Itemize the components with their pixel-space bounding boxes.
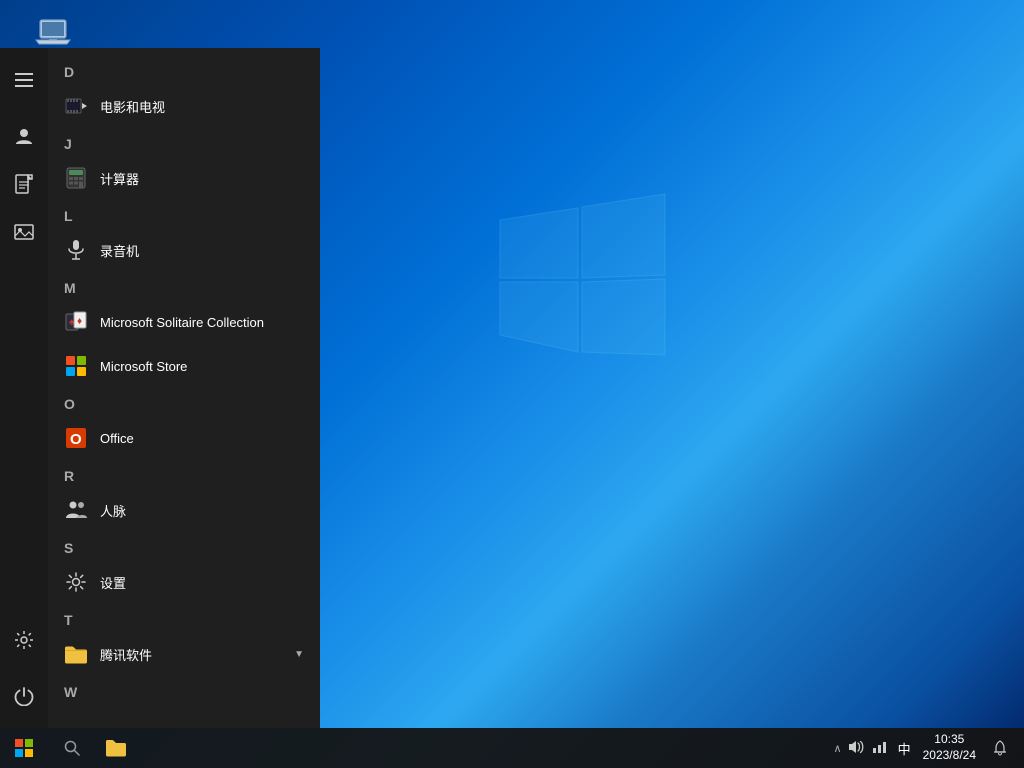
alpha-header-w: W	[48, 680, 320, 704]
alpha-header-t: T	[48, 608, 320, 632]
people-label: 人脉	[100, 501, 126, 520]
alpha-header-m: M	[48, 276, 320, 300]
settings-icon	[64, 570, 88, 594]
volume-icon[interactable]	[846, 738, 866, 759]
app-item-movies-tv[interactable]: 电影和电视	[48, 84, 320, 128]
ime-indicator[interactable]: 中	[894, 739, 915, 758]
alpha-header-s: S	[48, 536, 320, 560]
app-item-people[interactable]: 人脉	[48, 488, 320, 532]
start-menu: D 电影	[0, 48, 320, 728]
taskbar-system-tray: ∧ 中 10:35	[830, 728, 1024, 768]
movies-tv-icon	[64, 94, 88, 118]
folder-expand-arrow: ▼	[294, 649, 304, 660]
settings-label: 设置	[100, 573, 126, 592]
office-label: Office	[100, 431, 134, 446]
tencent-folder-label: 腾讯软件	[100, 645, 152, 664]
recorder-label: 录音机	[100, 241, 139, 260]
network-icon[interactable]	[870, 738, 890, 759]
svg-text:O: O	[70, 431, 82, 448]
clock-date: 2023/8/24	[923, 748, 976, 764]
documents-button[interactable]	[0, 160, 48, 208]
alpha-header-l: L	[48, 204, 320, 228]
app-item-calculator[interactable]: 计算器	[48, 156, 320, 200]
taskbar: ∧ 中 10:35	[0, 728, 1024, 768]
app-item-recorder[interactable]: 录音机	[48, 228, 320, 272]
desktop: 此电脑	[0, 0, 1024, 768]
svg-text:♦: ♦	[77, 316, 82, 327]
photos-button[interactable]	[0, 208, 48, 256]
app-item-solitaire[interactable]: ♠ ♦ Microsoft Solitaire Collection	[48, 300, 320, 344]
power-button[interactable]	[0, 672, 48, 720]
alpha-header-j: J	[48, 132, 320, 156]
alpha-header-d: D	[48, 60, 320, 84]
clock-time: 10:35	[934, 732, 964, 748]
taskbar-file-explorer-button[interactable]	[96, 728, 136, 768]
taskbar-clock[interactable]: 10:35 2023/8/24	[915, 732, 984, 763]
settings-sidebar-button[interactable]	[0, 616, 48, 664]
notification-center-button[interactable]	[984, 728, 1016, 768]
start-button[interactable]	[0, 728, 48, 768]
app-list: D 电影	[48, 48, 320, 728]
user-account-button[interactable]	[0, 112, 48, 160]
office-icon: O	[64, 426, 88, 450]
windows-logo-desktop	[480, 160, 680, 360]
people-icon	[64, 498, 88, 522]
app-item-tencent-folder[interactable]: 腾讯软件 ▼	[48, 632, 320, 676]
recorder-icon	[64, 238, 88, 262]
hamburger-menu-button[interactable]	[0, 56, 48, 104]
tencent-folder-icon	[64, 642, 88, 666]
app-item-office[interactable]: O Office	[48, 416, 320, 460]
calculator-icon	[64, 166, 88, 190]
solitaire-icon: ♠ ♦	[64, 310, 88, 334]
start-menu-sidebar	[0, 48, 48, 728]
calculator-label: 计算器	[100, 169, 139, 188]
app-item-store[interactable]: Microsoft Store	[48, 344, 320, 388]
taskbar-search-button[interactable]	[48, 728, 96, 768]
movies-tv-label: 电影和电视	[100, 97, 165, 116]
alpha-header-r: R	[48, 464, 320, 488]
store-icon	[64, 354, 88, 378]
app-item-settings[interactable]: 设置	[48, 560, 320, 604]
solitaire-label: Microsoft Solitaire Collection	[100, 315, 264, 330]
store-label: Microsoft Store	[100, 359, 187, 374]
alpha-header-o: O	[48, 392, 320, 416]
show-hidden-icons-button[interactable]: ∧	[830, 742, 846, 755]
